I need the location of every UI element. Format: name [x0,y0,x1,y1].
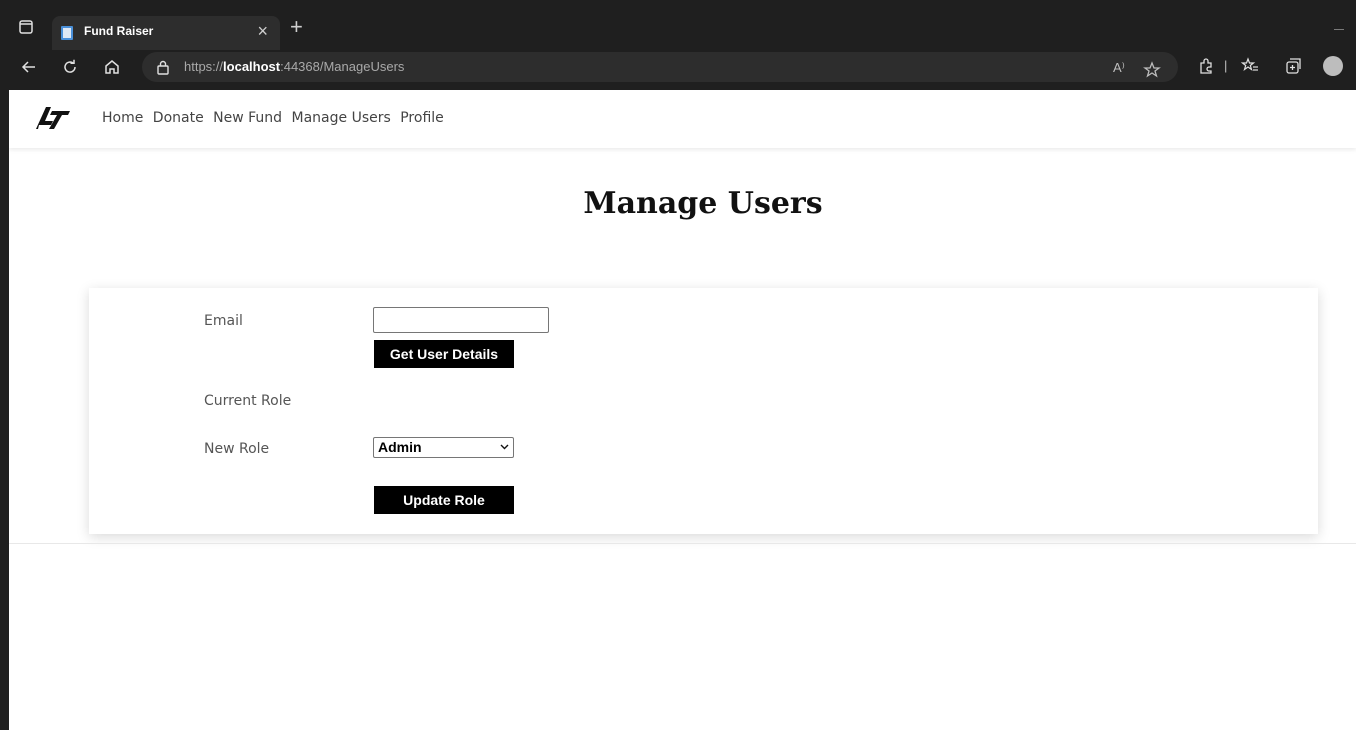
url-text[interactable]: https://localhost:44368/ManageUsers [184,59,404,74]
back-icon[interactable] [20,58,38,76]
update-role-button[interactable]: Update Role [374,486,514,514]
email-input[interactable] [373,307,549,333]
browser-tab[interactable]: Fund Raiser × [52,16,280,50]
collections-icon[interactable] [1283,56,1303,76]
nav-new-fund-link[interactable]: New Fund [213,110,282,126]
page-icon [61,26,73,40]
read-aloud-button[interactable]: A⁾ [1113,60,1125,76]
lock-icon[interactable] [156,59,170,75]
page-viewport: Home Donate New Fund Manage Users Profil… [9,90,1356,730]
new-role-selected-value: Admin [378,439,422,455]
home-icon[interactable] [103,58,121,76]
profile-icon[interactable] [1323,56,1343,76]
favorite-icon[interactable] [1142,60,1162,80]
nav-profile-link[interactable]: Profile [400,110,444,126]
nav-donate-link[interactable]: Donate [153,110,204,126]
tab-bar: Fund Raiser × + [0,8,1356,50]
nav-home-link[interactable]: Home [102,110,143,126]
site-navbar: Home Donate New Fund Manage Users Profil… [9,90,1356,148]
reload-icon[interactable] [61,58,79,76]
toolbar-divider: | [1224,58,1228,73]
tab-title: Fund Raiser [84,24,154,38]
get-user-details-button[interactable]: Get User Details [374,340,514,368]
favorites-list-icon[interactable] [1240,56,1260,76]
new-role-select[interactable]: Admin [373,437,514,458]
tab-close-button[interactable]: × [257,21,268,42]
extensions-icon[interactable] [1196,56,1216,76]
chevron-down-icon [500,444,509,450]
logo-icon[interactable] [32,105,72,131]
current-role-label: Current Role [204,393,292,409]
browser-side-frame [0,90,9,730]
new-role-label: New Role [204,441,270,457]
address-bar[interactable]: https://localhost:44368/ManageUsers A⁾ [142,52,1178,82]
window-icon[interactable] [18,19,34,35]
email-label: Email [204,313,243,329]
nav-manage-users-link[interactable]: Manage Users [292,110,391,126]
address-bar-row: https://localhost:44368/ManageUsers A⁾ | [0,48,1356,88]
new-tab-button[interactable]: + [290,16,303,38]
nav-links: Home Donate New Fund Manage Users Profil… [102,110,449,126]
minimize-button[interactable] [1334,29,1344,30]
page-divider [9,543,1356,544]
page-title: Manage Users [583,186,823,221]
manage-users-card: Email Get User Details Current Role New … [89,288,1318,534]
